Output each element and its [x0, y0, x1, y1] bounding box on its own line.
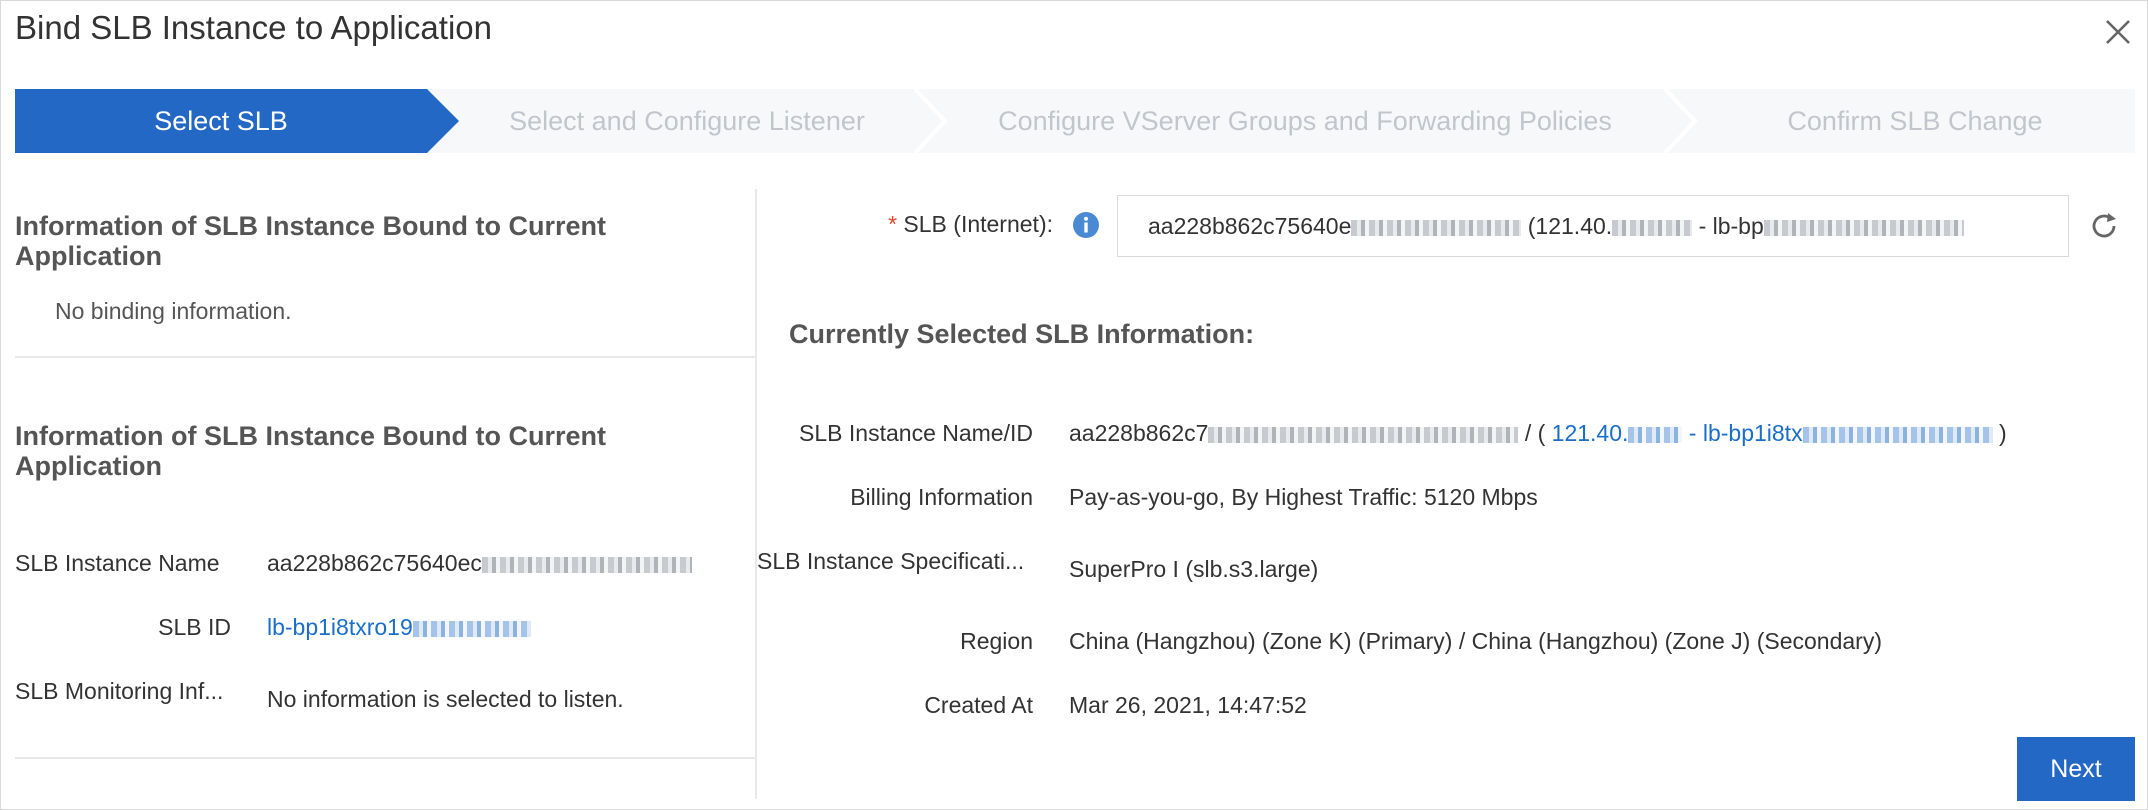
instance-link[interactable]: 121.40. - lb-bp1i8tx [1552, 420, 1993, 446]
created-at-value: Mar 26, 2021, 14:47:52 [1069, 692, 1307, 718]
slb-monitoring-value: No information is selected to listen. [267, 686, 624, 712]
slb-monitoring-label: SLB Monitoring Inf... [15, 678, 224, 704]
redacted-text [412, 620, 531, 637]
no-binding-text: No binding information. [55, 298, 292, 324]
step-select-configure-listener[interactable]: Select and Configure Listener [459, 89, 915, 153]
slb-instance-name-text: aa228b862c75640ec [267, 550, 482, 576]
slb-select-id: - lb-bp [1698, 213, 1764, 239]
section-title-bound-info: Information of SLB Instance Bound to Cur… [15, 211, 606, 271]
redacted-text [1628, 426, 1683, 443]
step-select-slb[interactable]: Select SLB [15, 89, 427, 153]
slb-select-ip: (121.40. [1527, 213, 1613, 239]
separator-text: / ( [1524, 420, 1546, 446]
step-configure-vserver-groups[interactable]: Configure VServer Groups and Forwarding … [945, 89, 1665, 153]
region-label: Region [960, 628, 1033, 654]
divider [15, 757, 755, 759]
billing-info-label: Billing Information [850, 484, 1033, 510]
close-paren: ) [1998, 420, 2007, 446]
redacted-text [1802, 426, 1993, 443]
slb-internet-label-text: SLB (Internet): [903, 211, 1053, 237]
slb-internet-label: * SLB (Internet): [761, 211, 1053, 238]
dialog-title: Bind SLB Instance to Application [15, 9, 492, 46]
next-button[interactable]: Next [2017, 737, 2135, 801]
slb-select-prefix: aa228b862c75640e [1148, 213, 1352, 239]
instance-ip-text: 121.40. [1551, 420, 1629, 446]
instance-name-id-value: aa228b862c7 / ( 121.40. - lb-bp1i8tx ) [1069, 420, 2007, 447]
slb-instance-name-label: SLB Instance Name [15, 550, 220, 576]
step-confirm-slb-change[interactable]: Confirm SLB Change [1695, 89, 2135, 153]
instance-spec-label: SLB Instance Specificati... [757, 548, 1025, 574]
region-value: China (Hangzhou) (Zone K) (Primary) / Ch… [1069, 628, 1882, 654]
slb-id-text: lb-bp1i8txro19 [267, 614, 413, 640]
created-at-label: Created At [924, 692, 1033, 718]
refresh-icon[interactable] [2087, 209, 2121, 243]
redacted-text [1763, 219, 1964, 236]
redacted-text [1612, 219, 1693, 236]
redacted-text [481, 556, 692, 573]
currently-selected-heading: Currently Selected SLB Information: [789, 319, 1255, 349]
instance-id-text: - lb-bp1i8tx [1688, 420, 1803, 446]
slb-instance-name-value: aa228b862c75640ec [267, 550, 692, 577]
steps-bar: Select SLB Select and Configure Listener… [15, 89, 2135, 153]
redacted-text [1351, 219, 1522, 236]
section-title-bound-info-2: Information of SLB Instance Bound to Cur… [15, 421, 606, 481]
instance-name-id-label: SLB Instance Name/ID [799, 420, 1033, 446]
panel-divider [755, 189, 757, 799]
billing-info-value: Pay-as-you-go, By Highest Traffic: 5120 … [1069, 484, 1538, 510]
slb-select[interactable]: aa228b862c75640e (121.40. - lb-bp [1117, 195, 2069, 257]
instance-name-text: aa228b862c7 [1069, 420, 1209, 446]
divider [15, 356, 755, 358]
slb-id-label: SLB ID [158, 614, 231, 640]
required-star: * [888, 211, 904, 237]
redacted-text [1208, 426, 1519, 443]
info-icon[interactable] [1072, 211, 1100, 239]
close-icon[interactable] [2101, 15, 2135, 49]
instance-spec-value: SuperPro I (slb.s3.large) [1069, 556, 1319, 582]
slb-id-link[interactable]: lb-bp1i8txro19 [267, 614, 531, 641]
bind-slb-dialog: Bind SLB Instance to Application Select … [0, 0, 2148, 810]
